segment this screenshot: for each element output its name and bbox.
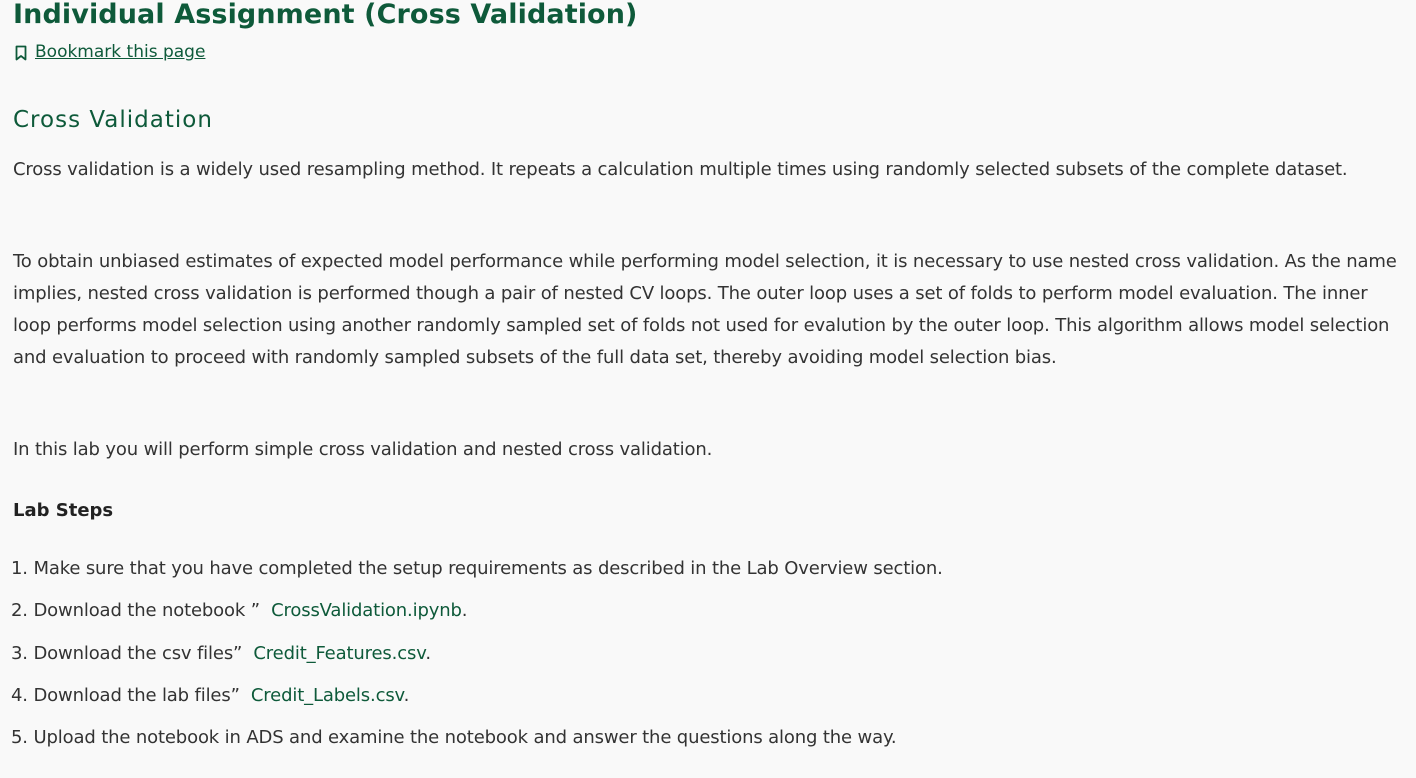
step-suffix: . [425,642,431,664]
bookmark-icon [13,44,29,61]
step-suffix: . [461,600,468,622]
step-text: 1. Make sure that you have completed the… [11,558,943,579]
list-item: 1. Make sure that you have completed the… [11,553,943,595]
credit-labels-link[interactable]: Credit_Labels.csv [251,685,404,706]
step-suffix: . [403,684,410,706]
notebook-download-link[interactable]: CrossValidation.ipynb [271,600,462,621]
list-item: 4. Download the lab files” Credit_Labels… [11,680,943,722]
lab-intro-paragraph: In this lab you will perform simple cros… [13,439,713,460]
bookmark-label: Bookmark this page [35,42,206,62]
bookmark-button[interactable]: Bookmark this page [13,40,205,64]
list-item: 2. Download the notebook ” CrossValidati… [11,595,943,637]
list-item: 3. Download the csv files” Credit_Featur… [11,638,943,680]
list-item: 5. Upload the notebook in ADS and examin… [11,722,943,764]
step-text: 5. Upload the notebook in ADS and examin… [11,727,897,749]
nested-cv-paragraph: To obtain unbiased estimates of expected… [13,251,1397,368]
intro-paragraph: Cross validation is a widely used resamp… [13,159,1348,180]
lab-steps-heading: Lab Steps [13,500,114,521]
lab-steps-list: 1. Make sure that you have completed the… [11,553,943,764]
credit-features-link[interactable]: Credit_Features.csv [253,643,425,664]
page-title: Individual Assignment (Cross Validation) [13,0,638,30]
step-text: 2. Download the notebook ” [11,600,272,622]
step-text: 4. Download the lab files” [11,684,251,706]
section-heading: Cross Validation [13,107,213,133]
step-text: 3. Download the csv files” [11,642,254,664]
